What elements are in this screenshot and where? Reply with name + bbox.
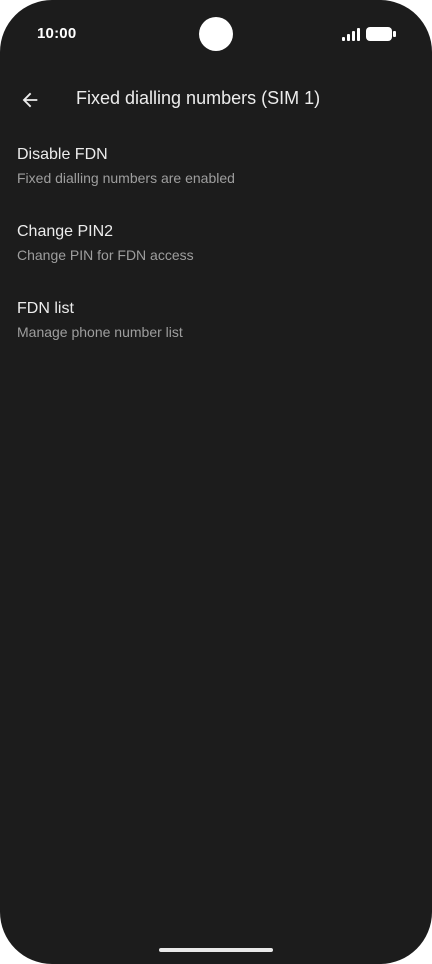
page-title: Fixed dialling numbers (SIM 1) bbox=[76, 88, 321, 108]
phone-screen: 10:00 Fixed dialling numbers (SIM 1) Dis… bbox=[0, 0, 432, 964]
list-item-subtitle: Fixed dialling numbers are enabled bbox=[17, 170, 235, 186]
list-item-disable-fdn[interactable]: Disable FDN Fixed dialling numbers are e… bbox=[0, 134, 432, 211]
app-bar: Fixed dialling numbers (SIM 1) bbox=[0, 74, 432, 126]
list-item-title: FDN list bbox=[17, 300, 74, 317]
list-item-title: Disable FDN bbox=[17, 146, 108, 163]
status-bar: 10:00 bbox=[0, 0, 432, 70]
home-indicator[interactable] bbox=[159, 948, 273, 952]
battery-icon bbox=[366, 27, 396, 41]
status-time: 10:00 bbox=[37, 25, 77, 42]
signal-icon bbox=[342, 28, 360, 41]
list-item-change-pin2[interactable]: Change PIN2 Change PIN for FDN access bbox=[0, 211, 432, 288]
settings-list: Disable FDN Fixed dialling numbers are e… bbox=[0, 134, 432, 365]
camera-cutout bbox=[199, 17, 233, 51]
list-item-title: Change PIN2 bbox=[17, 223, 114, 240]
list-item-subtitle: Change PIN for FDN access bbox=[17, 247, 194, 263]
list-item-fdn-list[interactable]: FDN list Manage phone number list bbox=[0, 288, 432, 365]
back-button[interactable] bbox=[10, 80, 50, 120]
arrow-back-icon bbox=[22, 92, 38, 108]
list-item-subtitle: Manage phone number list bbox=[17, 324, 183, 340]
